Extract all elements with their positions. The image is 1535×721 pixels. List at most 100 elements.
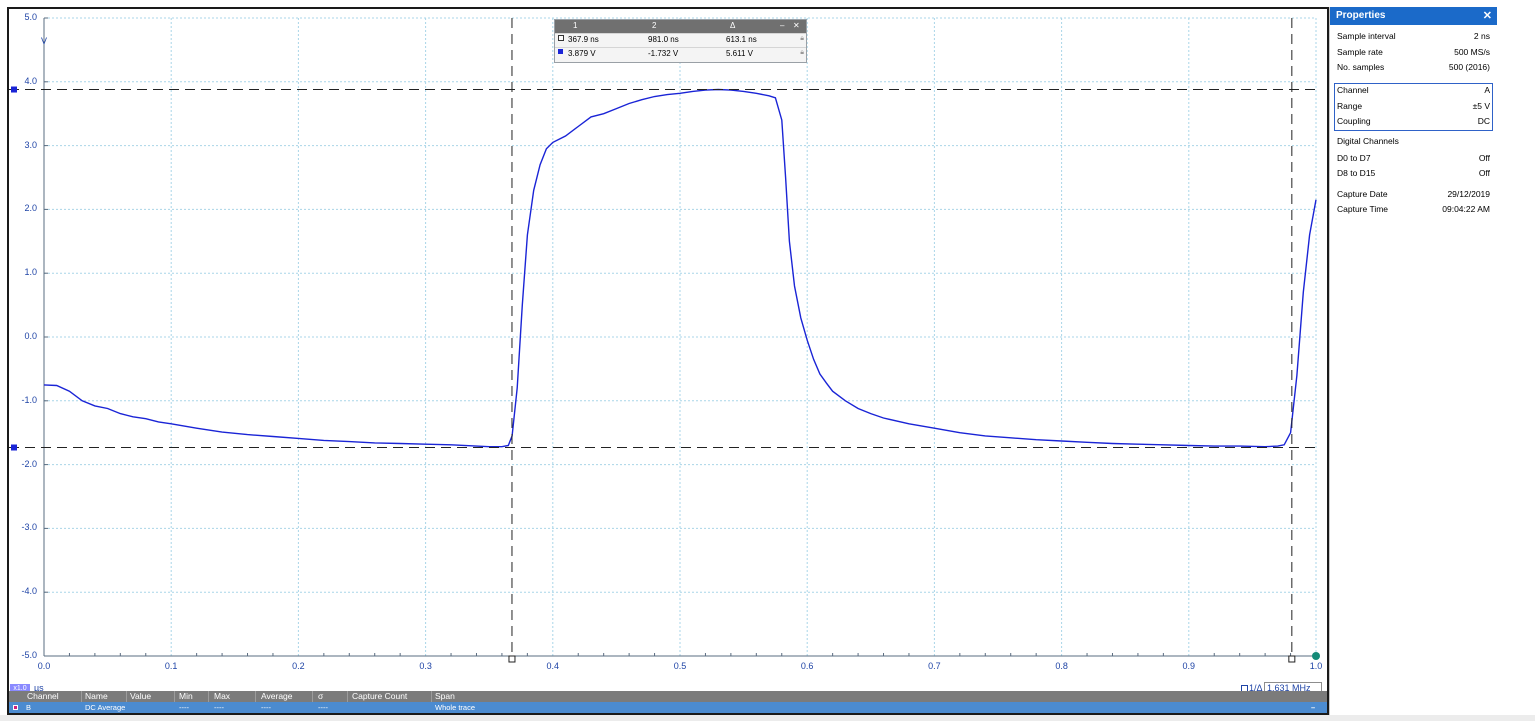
col-min: Min bbox=[179, 691, 193, 701]
property-key: Digital Channels bbox=[1337, 136, 1399, 146]
property-key: Sample interval bbox=[1337, 31, 1396, 41]
channel-color-swatch bbox=[13, 705, 18, 710]
y-tick-label: 1.0 bbox=[24, 267, 37, 278]
x-tick-label: 0.2 bbox=[292, 661, 305, 671]
property-value: 500 (2016) bbox=[1448, 62, 1490, 72]
measurements-table[interactable]: Channel Name Value Min Max Average σ Cap… bbox=[9, 691, 1327, 713]
properties-title-bar: Properties ✕ bbox=[1330, 7, 1497, 25]
x-tick-label: 0.8 bbox=[1055, 661, 1068, 671]
ruler-header: 1 2 Δ – ✕ bbox=[555, 20, 806, 33]
time-ruler-handle[interactable] bbox=[508, 655, 516, 663]
property-key: No. samples bbox=[1337, 62, 1385, 72]
y-tick-label: -5.0 bbox=[21, 650, 37, 660]
cell-span: Whole trace bbox=[435, 703, 476, 712]
property-row: Sample interval 2 ns bbox=[1337, 31, 1490, 44]
x-tick-label: 1.0 bbox=[1309, 661, 1323, 671]
property-row: Capture Time 09:04:22 AM bbox=[1337, 204, 1490, 217]
ruler2-time: 981.0 ns bbox=[648, 35, 679, 44]
trigger-marker[interactable] bbox=[1312, 652, 1320, 660]
property-key: D0 to D7 bbox=[1337, 153, 1371, 163]
ruler-delta-time: 613.1 ns bbox=[726, 35, 757, 44]
property-key: Capture Time bbox=[1337, 204, 1389, 214]
y-tick-label: 3.0 bbox=[24, 139, 37, 150]
property-row: Capture Date 29/12/2019 bbox=[1337, 189, 1490, 202]
ruler-delta-voltage: 5.611 V bbox=[726, 49, 753, 58]
minimize-icon[interactable]: – bbox=[780, 21, 784, 30]
x-tick-label: 0.0 bbox=[37, 661, 51, 671]
property-row: Sample rate 500 MS/s bbox=[1337, 47, 1490, 60]
voltage-ruler-swatch bbox=[558, 49, 563, 54]
close-icon[interactable]: ✕ bbox=[1483, 7, 1492, 25]
property-row: D8 to D15 Off bbox=[1337, 168, 1490, 181]
col-name: Name bbox=[85, 691, 108, 701]
voltage-ruler-handle[interactable] bbox=[11, 444, 17, 451]
col-capture-count: Capture Count bbox=[352, 691, 408, 701]
ruler-time-row: 367.9 ns 981.0 ns 613.1 ns 🔒︎ bbox=[555, 33, 806, 47]
property-key: Capture Date bbox=[1337, 189, 1388, 199]
ruler1-voltage: 3.879 V bbox=[568, 49, 596, 58]
y-unit-label: V bbox=[41, 36, 48, 46]
scope-view: V 5.0 4.0 3.0 2.0 1.0 0.0 -1.0 -2.0 -3.0 -4.0 -5.0… bbox=[7, 7, 1329, 715]
ruler-readout-panel[interactable]: 1 2 Δ – ✕ 367.9 ns 981.0 ns 613.1 ns 🔒︎ … bbox=[554, 19, 807, 63]
properties-title: Properties bbox=[1336, 10, 1386, 21]
time-ruler-handle[interactable] bbox=[1288, 655, 1296, 663]
property-value: ±5 V bbox=[1472, 101, 1490, 111]
table-row[interactable]: B DC Average ---- ---- ---- ---- Whole t… bbox=[9, 702, 1327, 713]
property-key: D8 to D15 bbox=[1337, 168, 1376, 178]
cell-average: ---- bbox=[261, 703, 271, 712]
plot-area[interactable] bbox=[9, 9, 1327, 713]
property-row: No. samples 500 (2016) bbox=[1337, 62, 1490, 75]
property-row: Coupling DC bbox=[1337, 116, 1490, 129]
property-key: Coupling bbox=[1337, 116, 1371, 126]
ruler2-voltage: -1.732 V bbox=[648, 49, 679, 58]
property-key: Range bbox=[1337, 101, 1363, 111]
lock-icon[interactable]: 🔒︎ bbox=[800, 49, 804, 57]
cell-min: ---- bbox=[179, 703, 189, 712]
y-tick-label: -3.0 bbox=[21, 522, 37, 533]
status-strip bbox=[0, 715, 1535, 721]
x-tick-label: 0.5 bbox=[673, 661, 687, 671]
voltage-ruler-handle[interactable] bbox=[11, 86, 17, 93]
y-tick-label: 0.0 bbox=[24, 331, 37, 341]
property-value: 2 ns bbox=[1473, 31, 1490, 41]
y-tick-label: 2.0 bbox=[24, 203, 37, 214]
ruler-col-delta: Δ bbox=[730, 21, 736, 30]
x-tick-label: 0.9 bbox=[1182, 661, 1196, 671]
col-sigma: σ bbox=[318, 691, 324, 701]
x-tick-label: 0.6 bbox=[800, 661, 814, 671]
ruler-col-2: 2 bbox=[652, 21, 657, 30]
x-tick-label: 0.1 bbox=[164, 661, 178, 671]
measurements-header: Channel Name Value Min Max Average σ Cap… bbox=[9, 691, 1327, 702]
property-value: A bbox=[1484, 85, 1490, 95]
collapse-icon[interactable]: – bbox=[1311, 702, 1315, 713]
cell-sigma: ---- bbox=[318, 703, 328, 712]
x-tick-label: 0.3 bbox=[419, 661, 432, 671]
y-tick-label: 4.0 bbox=[24, 75, 37, 86]
y-tick-label: -1.0 bbox=[21, 394, 37, 405]
property-value: 500 MS/s bbox=[1454, 47, 1490, 57]
property-row: Digital Channels bbox=[1337, 136, 1490, 149]
col-span: Span bbox=[435, 691, 455, 701]
properties-panel: Properties ✕ Sample interval 2 ns Sample r… bbox=[1329, 7, 1497, 715]
close-icon[interactable]: ✕ bbox=[793, 21, 800, 30]
y-tick-label: -4.0 bbox=[21, 586, 37, 597]
time-ruler-swatch bbox=[558, 35, 564, 41]
ruler1-time: 367.9 ns bbox=[568, 35, 599, 44]
property-row: D0 to D7 Off bbox=[1337, 153, 1490, 166]
property-value: 09:04:22 AM bbox=[1442, 204, 1490, 214]
cell-channel: B bbox=[26, 703, 32, 712]
lock-icon[interactable]: 🔒︎ bbox=[800, 35, 804, 43]
property-value: DC bbox=[1477, 116, 1490, 126]
property-row: Range ±5 V bbox=[1337, 101, 1490, 114]
y-tick-label: -2.0 bbox=[21, 458, 37, 469]
property-key: Sample rate bbox=[1337, 47, 1383, 57]
col-average: Average bbox=[261, 691, 293, 701]
cell-name: DC Average bbox=[85, 703, 126, 712]
y-tick-label: 5.0 bbox=[24, 12, 37, 22]
col-value: Value bbox=[130, 691, 152, 701]
x-tick-label: 0.7 bbox=[928, 661, 941, 671]
col-channel: Channel bbox=[27, 691, 59, 701]
ruler-col-1: 1 bbox=[573, 21, 578, 30]
property-key: Channel bbox=[1337, 85, 1369, 95]
property-row: Channel A bbox=[1337, 85, 1490, 98]
